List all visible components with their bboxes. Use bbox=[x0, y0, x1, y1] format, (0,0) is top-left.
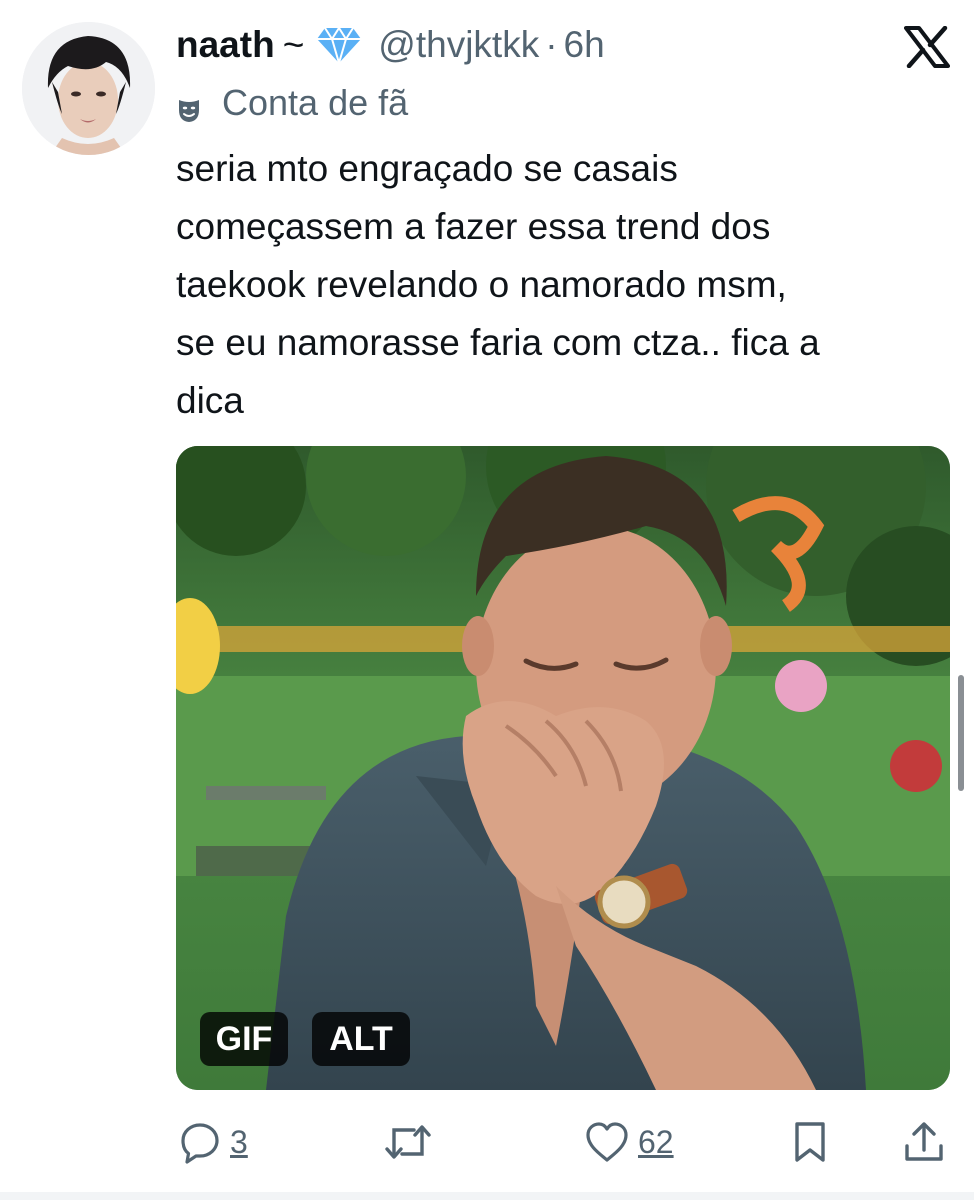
like-count[interactable]: 62 bbox=[638, 1124, 674, 1161]
tweet-text-line: taekook revelando o namorado msm, bbox=[176, 264, 787, 305]
tweet-media-gif[interactable] bbox=[176, 446, 950, 1090]
tweet-text-line: começassem a fazer essa trend dos bbox=[176, 206, 771, 247]
tweet-header: naath ~ @thvjktkk · 6h bbox=[176, 20, 605, 70]
reply-button[interactable]: 3 bbox=[178, 1112, 248, 1172]
author-name[interactable]: naath bbox=[176, 24, 275, 66]
avatar[interactable] bbox=[22, 22, 155, 155]
x-logo-icon bbox=[904, 25, 950, 69]
gif-badge: GIF bbox=[200, 1012, 288, 1066]
bookmark-icon bbox=[790, 1120, 830, 1164]
like-icon bbox=[584, 1120, 630, 1164]
share-button[interactable] bbox=[902, 1112, 946, 1172]
gif-illustration bbox=[176, 446, 950, 1090]
diamond-icon bbox=[316, 25, 362, 67]
scrollbar-thumb[interactable] bbox=[958, 675, 964, 791]
tweet-text: seria mto engraçado se casais começassem… bbox=[176, 140, 966, 430]
theater-mask-icon bbox=[176, 90, 202, 122]
bookmark-button[interactable] bbox=[790, 1112, 830, 1172]
tweet-text-line: seria mto engraçado se casais bbox=[176, 148, 678, 189]
author-handle[interactable]: @thvjktkk bbox=[378, 24, 539, 66]
tweet-timestamp[interactable]: 6h bbox=[564, 24, 605, 66]
tweet-text-line: se eu namorasse faria com ctza.. fica a bbox=[176, 322, 820, 363]
tweet-action-bar: 3 62 bbox=[0, 1112, 974, 1172]
divider bbox=[0, 1192, 974, 1200]
reply-count[interactable]: 3 bbox=[230, 1124, 248, 1161]
author-name-suffix: ~ bbox=[282, 24, 305, 65]
fan-account-text: Conta de fã bbox=[222, 82, 409, 123]
alt-text-button[interactable]: ALT bbox=[312, 1012, 410, 1066]
repost-icon bbox=[384, 1120, 432, 1164]
fan-account-label: Conta de fã bbox=[176, 80, 408, 126]
share-icon bbox=[902, 1120, 946, 1164]
repost-button[interactable] bbox=[384, 1112, 440, 1172]
separator-dot: · bbox=[545, 24, 558, 65]
reply-icon bbox=[178, 1120, 222, 1164]
like-button[interactable]: 62 bbox=[584, 1112, 674, 1172]
tweet-text-line: dica bbox=[176, 380, 244, 421]
